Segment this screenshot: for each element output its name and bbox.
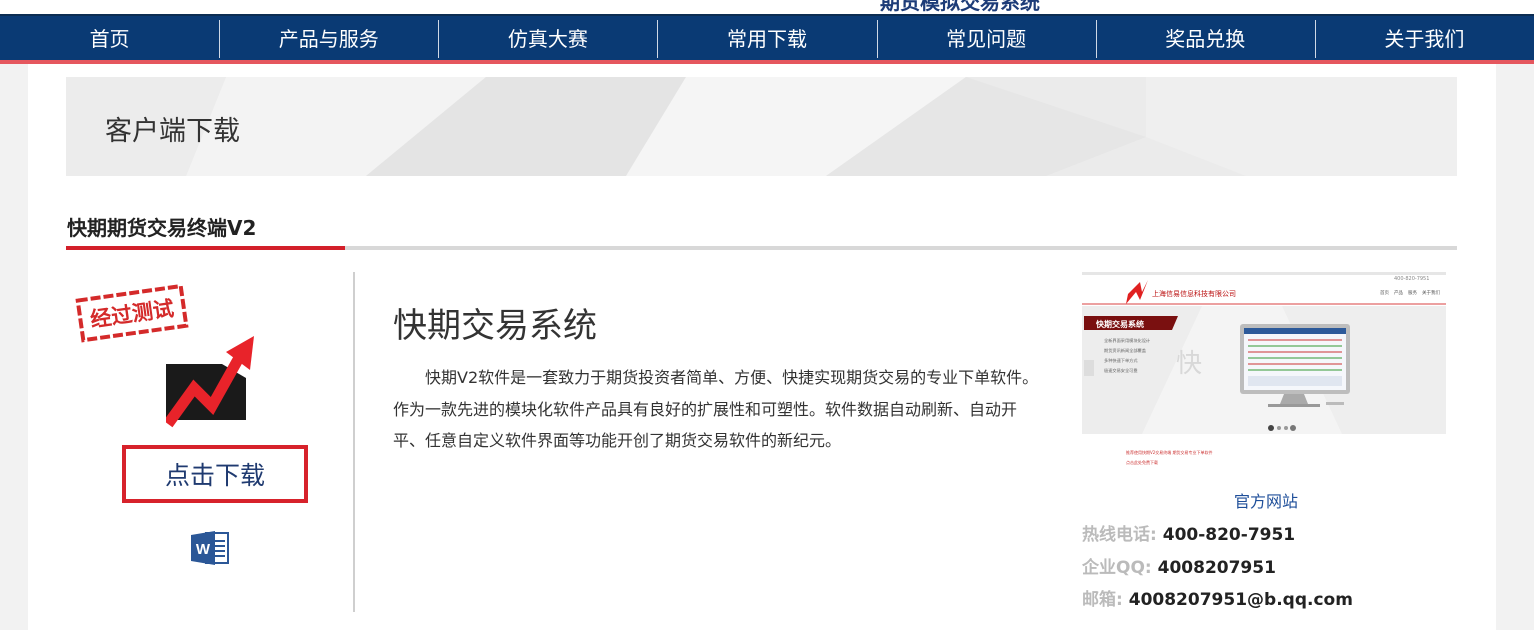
site-title: 期货模拟交易系统 [880,0,1040,14]
email-row: 邮箱: 4008207951@b.qq.com [1082,585,1353,610]
banner-pattern [66,77,1457,176]
svg-text:400-820-7951: 400-820-7951 [1394,276,1429,282]
svg-text:点击此处免费下载: 点击此处免费下载 [1126,459,1158,465]
nav-item-home[interactable]: 首页 [0,16,219,60]
nav-item-about[interactable]: 关于我们 [1314,16,1534,60]
nav-item-prizes[interactable]: 奖品兑换 [1095,16,1315,60]
svg-text:极速交易安全可靠: 极速交易安全可靠 [1104,367,1138,374]
svg-text:全新界面采用模块化设计: 全新界面采用模块化设计 [1104,337,1150,344]
download-button[interactable]: 点击下载 [122,445,308,503]
nav-item-faq[interactable]: 常见问题 [876,16,1096,60]
svg-text:快: 快 [1176,349,1202,379]
title-divider-accent [66,246,345,250]
system-title: 快期交易系统 [393,306,597,346]
system-description: 快期V2软件是一套致力于期货投资者简单、方便、快捷实现期货交易的专业下单软件。作… [393,368,1039,450]
qq-value: 4008207951 [1157,558,1276,578]
svg-text:W: W [196,541,211,558]
hotline-row: 热线电话: 400-820-7951 [1082,520,1295,545]
banner-title: 客户端下载 [105,116,240,147]
email-label: 邮箱: [1082,590,1123,610]
app-logo-icon [166,336,254,428]
main-nav: 首页 产品与服务 仿真大赛 常用下载 常见问题 奖品兑换 关于我们 [0,14,1534,60]
nav-item-downloads[interactable]: 常用下载 [657,16,876,60]
svg-text:关于我们: 关于我们 [1422,289,1440,296]
svg-text:多种快速下单方式: 多种快速下单方式 [1104,357,1138,364]
download-column: 经过测试 点击下载 W [66,272,355,612]
word-doc-icon[interactable]: W [191,530,231,566]
svg-text:推荐使用快期V2交易终端 期货交易专业下单软件: 推荐使用快期V2交易终端 期货交易专业下单软件 [1126,449,1213,455]
product-title: 快期期货交易终端V2 [67,216,257,240]
preview-graphic: 400-820-7951 上海信易信息科技有限公司 首页 产品 服务 关于我们 … [1082,272,1446,470]
website-preview-image[interactable]: 400-820-7951 上海信易信息科技有限公司 首页 产品 服务 关于我们 … [1082,272,1446,470]
page-banner: 客户端下载 [66,77,1457,176]
official-site-link[interactable]: 官方网站 [1234,488,1298,512]
top-strip: 期货模拟交易系统 [0,0,1534,14]
svg-text:首页: 首页 [1380,289,1389,296]
email-value: 4008207951@b.qq.com [1128,590,1353,610]
svg-text:快期交易系统: 快期交易系统 [1096,319,1144,329]
svg-text:期货资讯新闻全部覆盖: 期货资讯新闻全部覆盖 [1104,347,1146,354]
svg-text:产品: 产品 [1394,289,1403,296]
content-panel: 客户端下载 快期期货交易终端V2 经过测试 点击下载 W 快期交易系统 快期V2… [28,64,1496,630]
svg-text:服务: 服务 [1408,289,1417,296]
nav-item-products[interactable]: 产品与服务 [219,16,438,60]
nav-item-contest[interactable]: 仿真大赛 [438,16,657,60]
qq-row: 企业QQ: 4008207951 [1082,553,1276,578]
svg-text:上海信易信息科技有限公司: 上海信易信息科技有限公司 [1152,289,1236,298]
qq-label: 企业QQ: [1082,558,1152,578]
hotline-value: 400-820-7951 [1162,525,1296,545]
hotline-label: 热线电话: [1082,525,1157,545]
tested-stamp-icon: 经过测试 [75,283,189,343]
stamp-text: 经过测试 [89,295,176,331]
